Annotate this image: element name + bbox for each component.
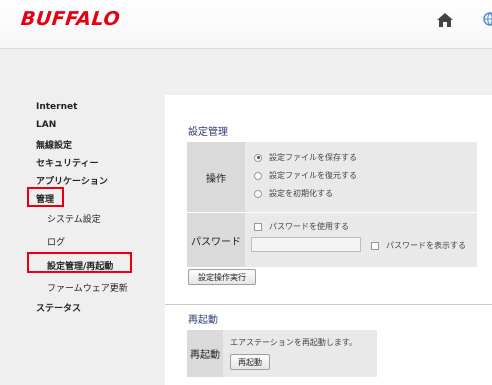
option-initialize[interactable]: 設定を初期化する (254, 188, 333, 199)
checkbox-icon (371, 241, 379, 250)
globe-icon[interactable] (483, 12, 492, 26)
execute-config-button[interactable]: 設定操作実行 (188, 269, 256, 285)
option-save[interactable]: 設定ファイルを保存する (254, 152, 357, 163)
admin-highlight (27, 187, 64, 207)
use-password-checkbox[interactable]: パスワードを使用する (254, 221, 349, 232)
top-header: BUFFALO (0, 0, 492, 49)
password-label: パスワード (187, 213, 245, 267)
password-input[interactable] (251, 237, 361, 252)
home-icon[interactable] (436, 12, 454, 28)
reboot-button[interactable]: 再起動 (230, 354, 270, 370)
reboot-section-title: 再起動 (188, 315, 218, 326)
checkbox-icon (254, 222, 262, 231)
option-restore[interactable]: 設定ファイルを復元する (254, 170, 357, 181)
reboot-label: 再起動 (187, 330, 223, 377)
settings-section-title: 設定管理 (188, 127, 228, 138)
main-panel: 設定管理 操作 設定ファイルを保存する 設定ファイルを復元する 設定を初期化する… (165, 95, 492, 385)
section-divider (165, 304, 492, 305)
show-password-checkbox[interactable]: パスワードを表示する (371, 240, 466, 251)
settings-table: 操作 設定ファイルを保存する 設定ファイルを復元する 設定を初期化する パスワー… (187, 142, 477, 267)
radio-icon (254, 153, 262, 162)
reboot-table: 再起動 エアステーションを再起動します。 再起動 (187, 330, 377, 377)
buffalo-logo: BUFFALO (19, 8, 122, 30)
config-reboot-highlight (27, 252, 132, 273)
reboot-message: エアステーションを再起動します。 (230, 338, 358, 347)
radio-icon (254, 189, 262, 198)
radio-icon (254, 171, 262, 180)
operation-label: 操作 (187, 142, 245, 212)
